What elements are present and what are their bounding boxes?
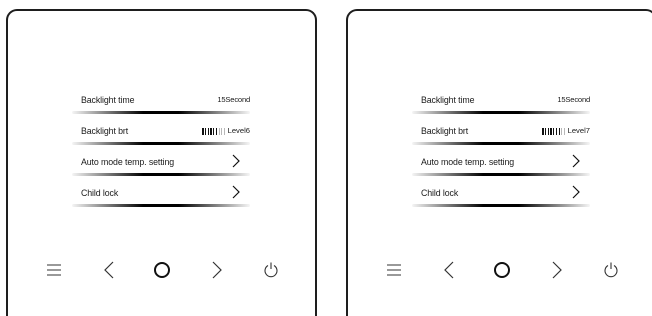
brightness-bar-1 (542, 128, 544, 135)
settings-menu: Backlight time 15Second Backlight brt Le… (412, 90, 590, 214)
left-arrow-icon (104, 261, 114, 279)
divider (72, 173, 250, 176)
menu-item-label: Child lock (421, 188, 459, 198)
right-button[interactable] (207, 259, 227, 281)
right-button[interactable] (547, 259, 567, 281)
power-button[interactable] (261, 259, 281, 281)
brightness-bar-2 (545, 128, 547, 135)
right-arrow-icon (212, 261, 222, 279)
menu-item-child-lock[interactable]: Child lock (412, 183, 590, 214)
brightness-bar-9 (223, 128, 226, 135)
chevron-right-icon (232, 154, 240, 168)
confirm-circle-icon (494, 262, 510, 278)
brightness-bar-4 (210, 128, 212, 135)
divider (412, 204, 590, 207)
brightness-bar-3 (207, 128, 209, 135)
divider (72, 111, 250, 114)
left-button[interactable] (439, 259, 459, 281)
menu-item-label: Backlight brt (81, 126, 129, 136)
divider (72, 142, 250, 145)
brightness-bar-7 (558, 128, 560, 135)
confirm-button[interactable] (492, 259, 512, 281)
confirm-circle-icon (154, 262, 170, 278)
brightness-bar-8 (561, 128, 563, 135)
brightness-bar-2 (205, 128, 207, 135)
brightness-bar-5 (213, 128, 215, 135)
menu-item-label: Backlight brt (421, 126, 469, 136)
menu-item-backlight-brightness[interactable]: Backlight brt Level6 (72, 121, 250, 152)
brightness-bar-8 (221, 128, 223, 135)
divider (412, 111, 590, 114)
left-arrow-icon (444, 261, 454, 279)
menu-item-label: Child lock (81, 188, 119, 198)
menu-icon (387, 264, 401, 276)
menu-item-auto-mode-temp-setting[interactable]: Auto mode temp. setting (72, 152, 250, 183)
chevron-right-icon (232, 185, 240, 199)
divider (72, 204, 250, 207)
menu-button[interactable] (384, 259, 404, 281)
left-button[interactable] (99, 259, 119, 281)
menu-item-label: Auto mode temp. setting (81, 157, 175, 167)
brightness-level-value: Level7 (567, 126, 590, 135)
menu-item-label: Backlight time (421, 95, 475, 105)
menu-item-auto-mode-temp-setting[interactable]: Auto mode temp. setting (412, 152, 590, 183)
menu-item-backlight-time[interactable]: Backlight time 15Second (412, 90, 590, 121)
menu-item-label: Auto mode temp. setting (421, 157, 515, 167)
divider (412, 173, 590, 176)
backlight-time-value: 15Second (557, 95, 590, 104)
brightness-bar-3 (547, 128, 549, 135)
chevron-right-icon (572, 154, 580, 168)
right-arrow-icon (552, 261, 562, 279)
thermostat-panel-1: Backlight time 15Second Backlight brt Le… (6, 9, 317, 316)
power-button[interactable] (601, 259, 621, 281)
menu-item-label: Backlight time (81, 95, 135, 105)
brightness-bar-5 (553, 128, 555, 135)
menu-item-child-lock[interactable]: Child lock (72, 183, 250, 214)
nav-bar (348, 259, 652, 285)
brightness-bar-6 (215, 128, 217, 135)
brightness-bar-1 (202, 128, 204, 135)
brightness-level-bars (202, 127, 226, 135)
brightness-bar-6 (555, 128, 557, 135)
divider (412, 142, 590, 145)
brightness-bar-9 (563, 128, 566, 135)
brightness-level-bars (542, 127, 566, 135)
brightness-bar-7 (218, 128, 220, 135)
menu-button[interactable] (44, 259, 64, 281)
power-icon (604, 262, 618, 278)
chevron-right-icon (572, 185, 580, 199)
confirm-button[interactable] (152, 259, 172, 281)
brightness-bar-4 (550, 128, 552, 135)
menu-icon (47, 264, 61, 276)
backlight-time-value: 15Second (217, 95, 250, 104)
settings-menu: Backlight time 15Second Backlight brt Le… (72, 90, 250, 214)
menu-item-backlight-brightness[interactable]: Backlight brt Level7 (412, 121, 590, 152)
brightness-level-value: Level6 (227, 126, 250, 135)
menu-item-backlight-time[interactable]: Backlight time 15Second (72, 90, 250, 121)
thermostat-panel-2: Backlight time 15Second Backlight brt Le… (346, 9, 652, 316)
nav-bar (8, 259, 315, 285)
power-icon (264, 262, 278, 278)
